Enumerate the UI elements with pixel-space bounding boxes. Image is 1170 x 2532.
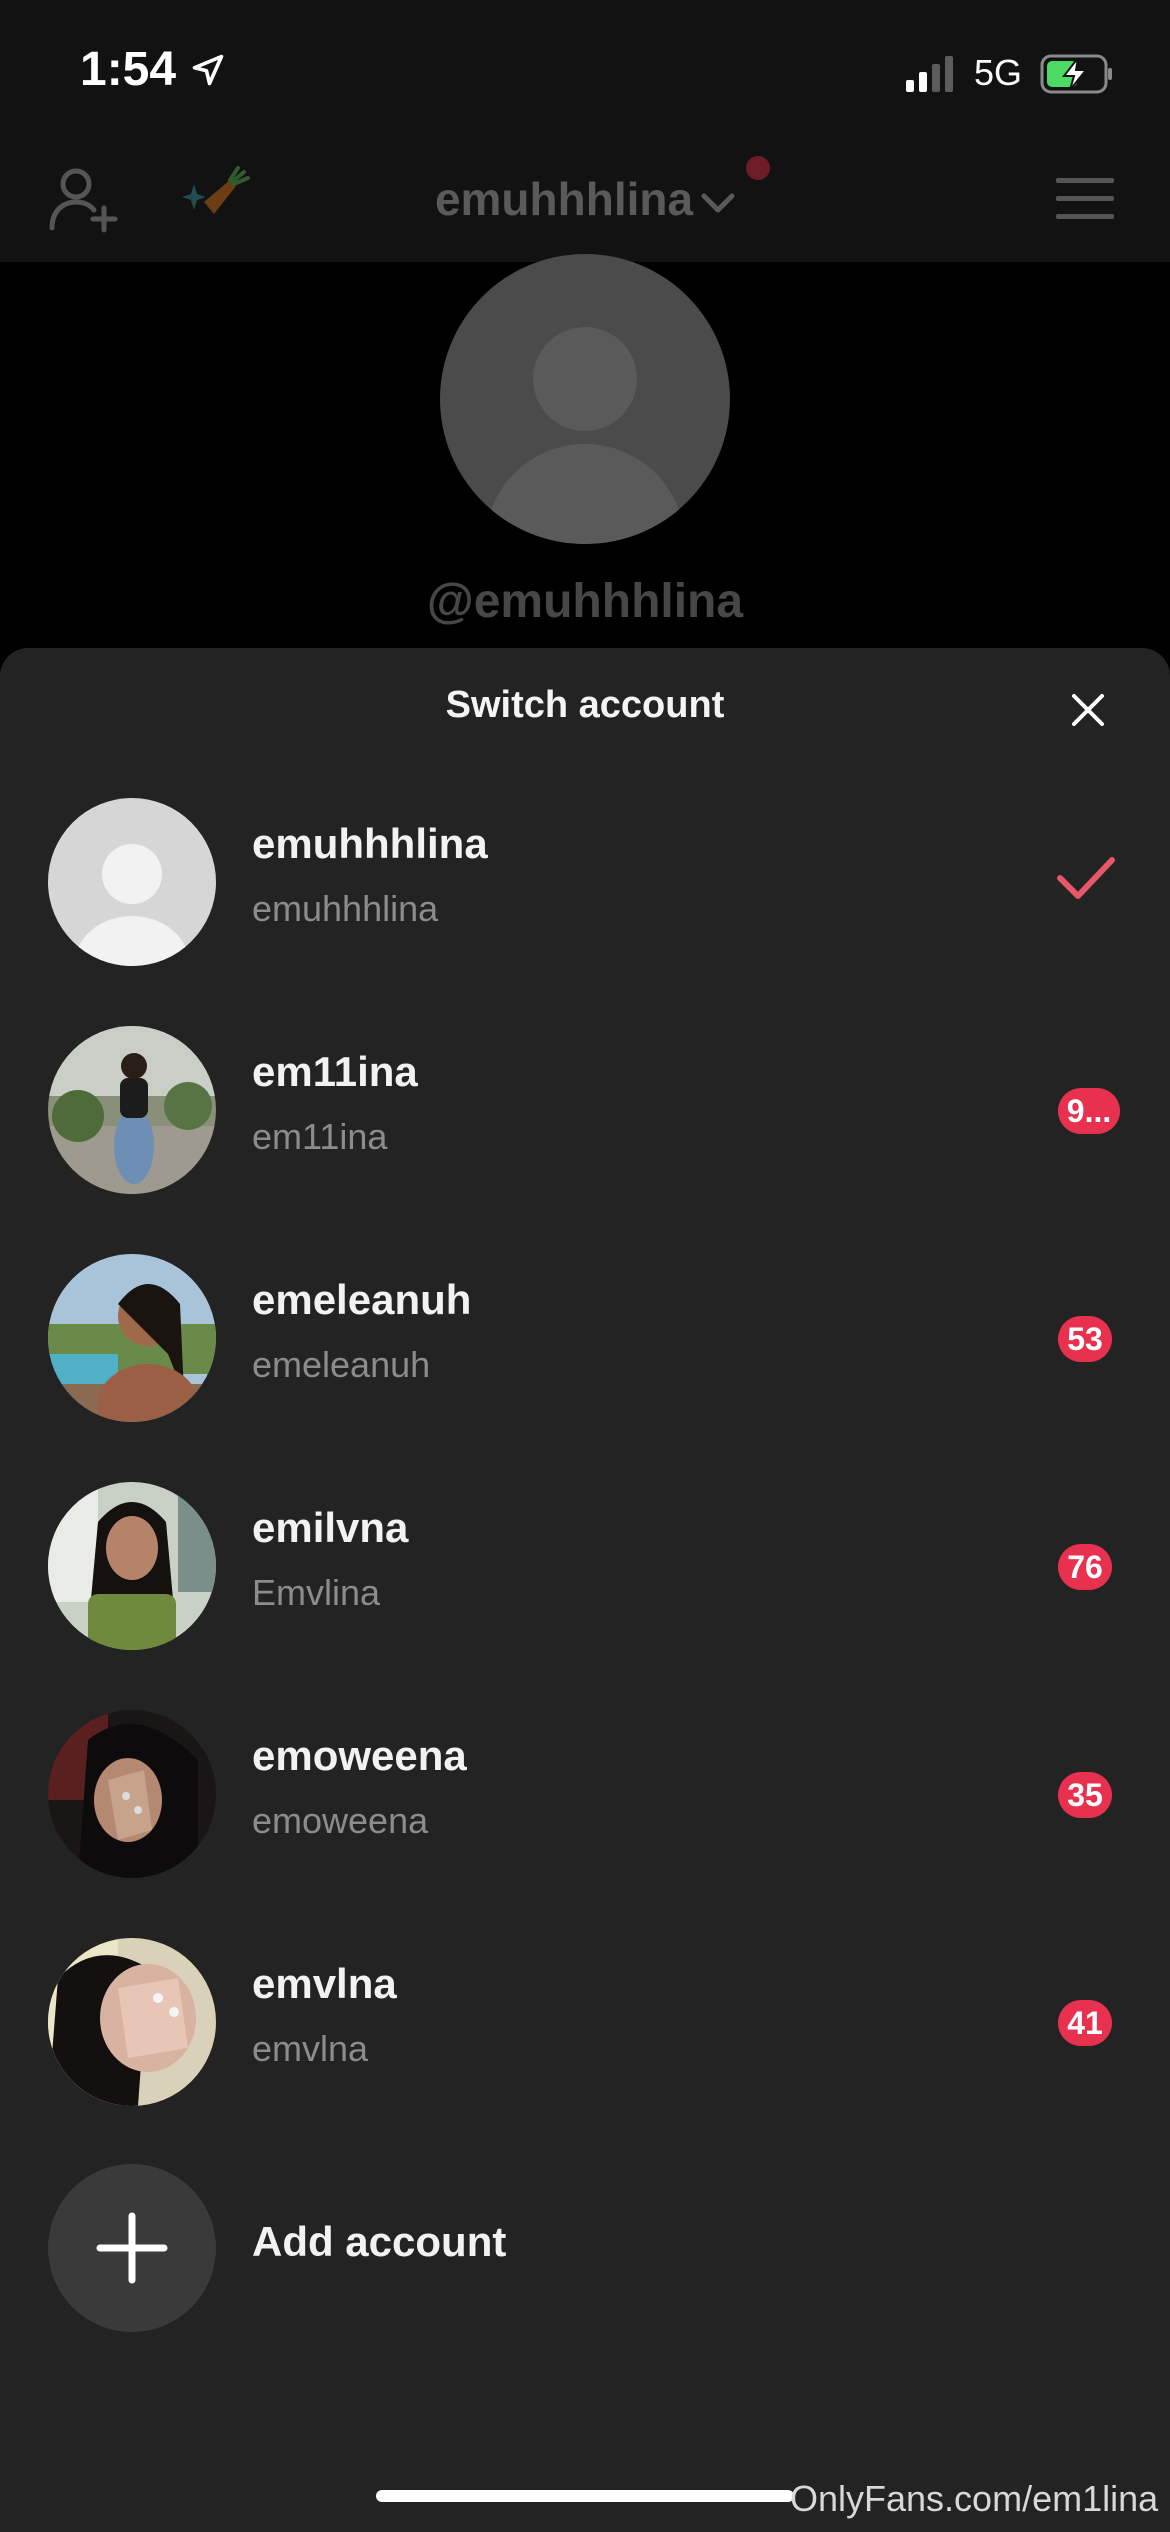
plus-icon (96, 2212, 168, 2284)
switch-account-sheet: Switch account emuhhhlina emuhhhlina em1… (0, 648, 1170, 2532)
default-avatar-icon (485, 327, 685, 544)
account-avatar-photo (48, 1482, 216, 1650)
close-icon[interactable] (1064, 686, 1112, 734)
account-name: emoweena (252, 1732, 467, 1779)
account-row[interactable]: emilvna Emvlina 76 (0, 1482, 1170, 1662)
watermark-text: OnlyFans.com/em1lina (790, 2478, 1159, 2519)
sheet-title: Switch account (445, 684, 725, 726)
account-row[interactable]: emvlna emvlna 41 (0, 1938, 1170, 2118)
notification-badge: 76 (1058, 1544, 1112, 1590)
account-name: emeleanuh (252, 1276, 472, 1323)
account-name: emilvna (252, 1504, 409, 1551)
account-handle: Emvlina (252, 1572, 381, 1613)
notification-badge: 9... (1058, 1088, 1120, 1134)
account-avatar-photo (48, 1254, 216, 1422)
default-avatar-icon (48, 798, 216, 966)
profile-handle: @emuhhhlina (426, 575, 744, 628)
add-account-circle (48, 2164, 216, 2332)
account-name: em11ina (252, 1048, 418, 1095)
account-name: emuhhhlina (252, 820, 488, 867)
account-handle: emeleanuh (252, 1344, 431, 1385)
account-handle: emuhhhlina (252, 888, 439, 929)
account-switcher[interactable]: emuhhhlina (0, 172, 1170, 226)
chevron-down-icon (701, 193, 735, 213)
status-time: 1:54 (80, 43, 177, 96)
hamburger-menu-icon[interactable] (1056, 174, 1114, 222)
add-account-button[interactable]: Add account (0, 2164, 1170, 2334)
home-indicator[interactable] (376, 2490, 794, 2502)
location-arrow-icon (192, 54, 224, 86)
cellular-signal-icon (906, 56, 953, 92)
checkmark-icon (1057, 857, 1115, 899)
account-name: emvlna (252, 1960, 397, 2007)
nav-username: emuhhhlina (434, 173, 694, 225)
account-row[interactable]: em11ina em11ina 9... (0, 1026, 1170, 1206)
account-avatar-photo (48, 1026, 216, 1194)
account-handle: emvlna (252, 2028, 369, 2069)
account-row[interactable]: emoweena emoweena 35 (0, 1710, 1170, 1890)
account-handle: em11ina (252, 1116, 388, 1157)
account-row[interactable]: emeleanuh emeleanuh 53 (0, 1254, 1170, 1434)
profile-top-nav: emuhhhlina (0, 140, 1170, 262)
profile-avatar (440, 254, 730, 544)
account-row[interactable]: emuhhhlina emuhhhlina (0, 798, 1170, 978)
account-avatar-photo (48, 1710, 216, 1878)
battery-charging-icon (1040, 54, 1112, 94)
notification-badge: 41 (1058, 2000, 1112, 2046)
status-bar: 1:54 5G (0, 0, 1170, 140)
network-type: 5G (974, 52, 1023, 93)
add-account-label: Add account (252, 2218, 507, 2265)
notification-badge: 35 (1058, 1772, 1112, 1818)
account-avatar-photo (48, 1938, 216, 2106)
notification-dot (746, 156, 770, 180)
account-handle: emoweena (252, 1800, 429, 1841)
notification-badge: 53 (1058, 1316, 1112, 1362)
default-avatar (48, 798, 216, 966)
